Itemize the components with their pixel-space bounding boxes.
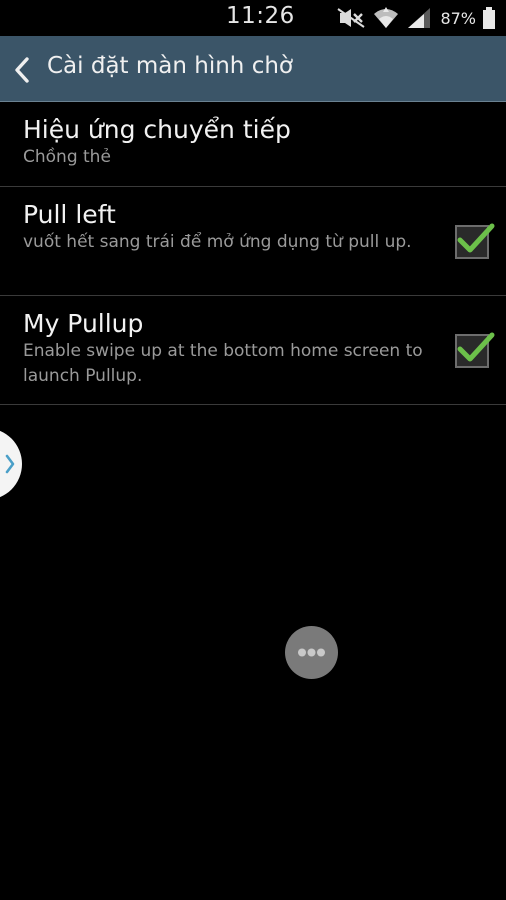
check-icon (457, 332, 495, 362)
setting-pull-left[interactable]: Pull left vuốt hết sang trái để mở ứng d… (0, 187, 506, 296)
action-bar: Cài đặt màn hình chờ (0, 36, 506, 102)
floating-more-button[interactable] (285, 626, 338, 679)
status-bar: 11:26 87% (0, 0, 506, 36)
setting-title: My Pullup (23, 309, 144, 338)
home-screen-settings: 11:26 87% Cài đặt màn hình chờ Hiệu ứng … (0, 0, 506, 900)
battery-icon (482, 6, 496, 30)
status-time: 11:26 (226, 3, 295, 29)
battery-percent: 87% (440, 8, 476, 28)
more-horizontal-icon (298, 648, 325, 657)
check-icon (457, 223, 495, 253)
my-pullup-checkbox[interactable] (455, 332, 495, 368)
wifi-icon (372, 6, 400, 30)
mute-icon (336, 7, 366, 29)
setting-subtitle: Enable swipe up at the bottom home scree… (23, 341, 423, 386)
chevron-left-icon[interactable] (12, 56, 32, 88)
pull-left-checkbox[interactable] (455, 223, 495, 259)
signal-icon (406, 6, 432, 30)
setting-title: Hiệu ứng chuyển tiếp (23, 115, 291, 144)
setting-subtitle: Chồng thẻ (23, 147, 111, 167)
page-title: Cài đặt màn hình chờ (47, 53, 293, 79)
status-icons: 87% (336, 4, 496, 32)
setting-transition-effect[interactable]: Hiệu ứng chuyển tiếp Chồng thẻ (0, 102, 506, 187)
setting-my-pullup[interactable]: My Pullup Enable swipe up at the bottom … (0, 296, 506, 405)
setting-title: Pull left (23, 200, 116, 229)
settings-list: Hiệu ứng chuyển tiếp Chồng thẻ Pull left… (0, 102, 506, 405)
setting-subtitle: vuốt hết sang trái để mở ứng dụng từ pul… (23, 232, 412, 252)
chevron-right-icon (4, 451, 16, 481)
